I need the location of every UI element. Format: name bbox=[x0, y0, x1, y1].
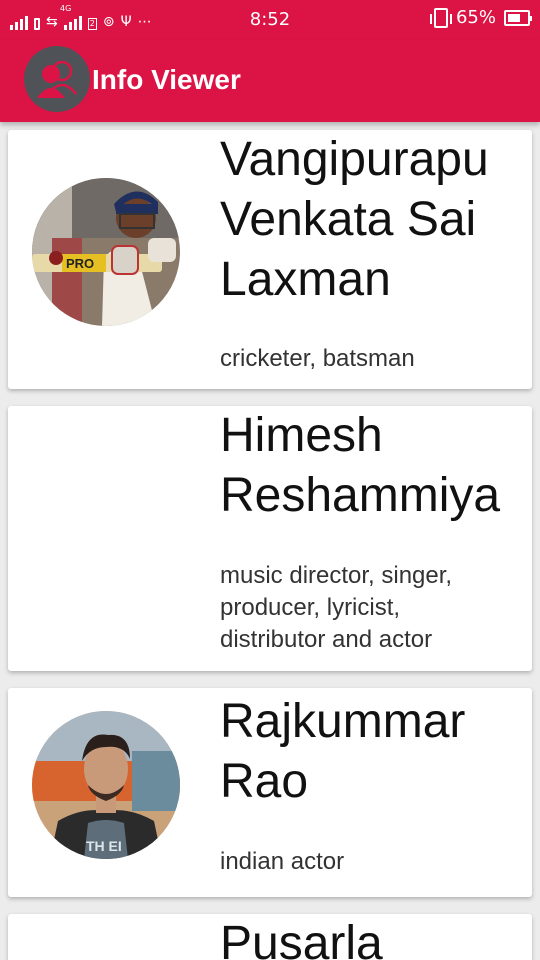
person-card[interactable]: Pusarla bbox=[8, 914, 532, 960]
status-icons-right: 65% bbox=[429, 7, 532, 28]
person-name-line: Pusarla bbox=[220, 917, 383, 960]
app-bar: Info Viewer bbox=[0, 40, 540, 122]
battery-percent: 65% bbox=[455, 7, 496, 28]
description-line: music director, singer, bbox=[220, 562, 453, 589]
person-card[interactable]: TH EI Rajkummar Rao indian actor bbox=[8, 688, 532, 897]
description-line: producer, lyricist, bbox=[220, 594, 401, 621]
person-photo: PRO bbox=[32, 178, 180, 326]
person-name: Himesh Reshammiya bbox=[220, 406, 520, 526]
svg-text:PRO: PRO bbox=[66, 256, 94, 271]
person-card[interactable]: PRO Vangipurapu Venkata Sai Laxman crick… bbox=[8, 130, 532, 389]
person-description: music director, singer, producer, lyrici… bbox=[220, 560, 520, 656]
person-card[interactable]: Himesh Reshammiya music director, singer… bbox=[8, 406, 532, 671]
person-description: indian actor bbox=[220, 848, 345, 875]
person-name-line: Laxman bbox=[220, 253, 391, 306]
person-name: Rajkummar Rao bbox=[220, 692, 520, 812]
person-name-line: Himesh bbox=[220, 409, 383, 462]
status-bar: ⇆ 4G 2 ⊚ Ψ ⋯ 8:52 65% bbox=[0, 0, 540, 40]
person-name-line: Vangipurapu bbox=[220, 133, 489, 186]
person-photo: TH EI bbox=[32, 711, 180, 859]
svg-text:TH EI: TH EI bbox=[86, 838, 122, 854]
vibrate-icon bbox=[429, 7, 452, 28]
person-name: Pusarla bbox=[220, 914, 520, 960]
app-title: Info Viewer bbox=[92, 64, 241, 95]
person-name-line: Reshammiya bbox=[220, 469, 501, 522]
person-name-line: Rajkummar bbox=[220, 695, 466, 748]
person-name-line: Venkata Sai bbox=[220, 193, 477, 246]
person-name-line: Rao bbox=[220, 755, 309, 808]
people-icon[interactable] bbox=[24, 46, 90, 112]
battery-icon bbox=[504, 9, 532, 26]
description-line: distributor and actor bbox=[220, 626, 433, 653]
person-description: cricketer, batsman bbox=[220, 345, 415, 372]
person-name: Vangipurapu Venkata Sai Laxman bbox=[220, 130, 520, 310]
